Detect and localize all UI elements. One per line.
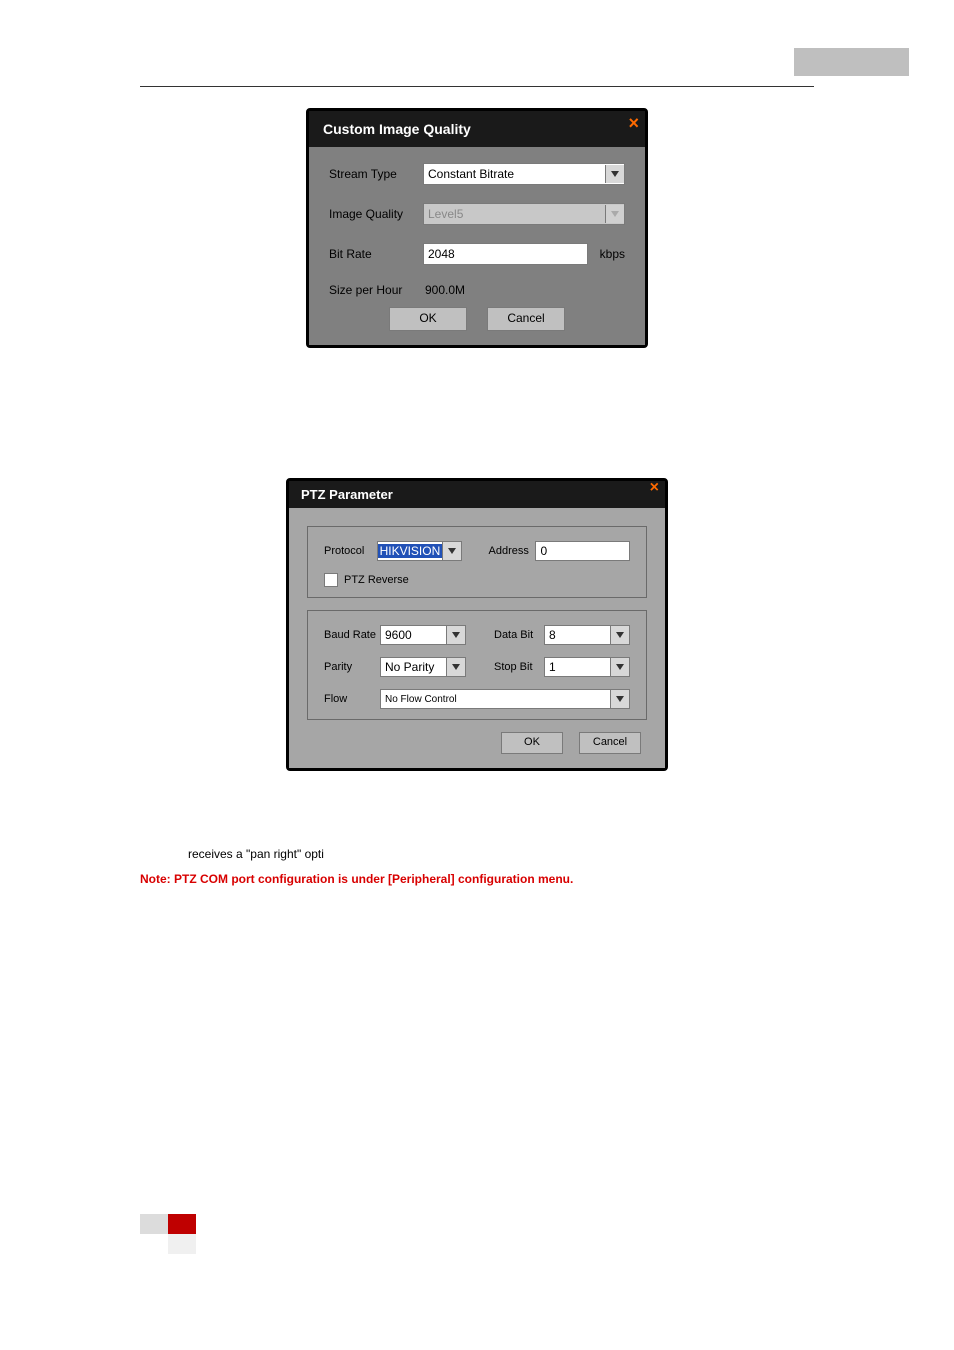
- ciq-body: Stream Type Constant Bitrate Image Quali…: [309, 147, 645, 345]
- ciq-row-stream-type: Stream Type Constant Bitrate: [329, 163, 625, 185]
- stream-type-value: Constant Bitrate: [424, 167, 605, 181]
- note-text: Note: PTZ COM port configuration is unde…: [140, 870, 814, 889]
- ptz-panel-top: Protocol HIKVISION Address 0: [307, 526, 647, 598]
- ptz-body: Protocol HIKVISION Address 0: [289, 508, 665, 768]
- ciq-dialog: Custom Image Quality × Stream Type Const…: [306, 108, 648, 348]
- protocol-select[interactable]: HIKVISION: [377, 541, 463, 561]
- receives-text: receives a "pan right" opti: [188, 845, 814, 864]
- footer-block-red: [168, 1214, 196, 1234]
- ptz-dialog-wrap: PTZ Parameter × Protocol HIKVISION Addre…: [140, 478, 814, 771]
- parity-label: Parity: [324, 661, 380, 673]
- chevron-down-icon[interactable]: [605, 165, 624, 183]
- ciq-row-image-quality: Image Quality Level5: [329, 203, 625, 225]
- chevron-down-icon[interactable]: [446, 658, 465, 676]
- cancel-button[interactable]: Cancel: [487, 307, 565, 331]
- databit-label: Data Bit: [494, 629, 544, 641]
- close-icon[interactable]: ×: [628, 113, 639, 134]
- stream-type-label: Stream Type: [329, 167, 423, 181]
- flow-select[interactable]: No Flow Control: [380, 689, 630, 709]
- header-rule: [140, 86, 814, 87]
- bit-rate-label: Bit Rate: [329, 247, 423, 261]
- footer-block-lightgray: [168, 1234, 196, 1254]
- stopbit-value: 1: [545, 660, 610, 674]
- stopbit-label: Stop Bit: [494, 661, 544, 673]
- ciq-row-size: Size per Hour 900.0M: [329, 283, 625, 297]
- chevron-down-icon[interactable]: [442, 542, 461, 560]
- ptz-reverse-label: PTZ Reverse: [344, 574, 409, 586]
- ptz-title: PTZ Parameter: [301, 487, 393, 502]
- ptz-row-parity: Parity No Parity Stop Bit 1: [324, 657, 630, 677]
- bit-rate-input[interactable]: 2048: [423, 243, 588, 265]
- ptz-row-flow: Flow No Flow Control: [324, 689, 630, 709]
- chevron-down-icon[interactable]: [610, 626, 629, 644]
- image-quality-value: Level5: [424, 207, 605, 221]
- chevron-down-icon[interactable]: [610, 690, 629, 708]
- ciq-buttons: OK Cancel: [329, 307, 625, 331]
- databit-select[interactable]: 8: [544, 625, 630, 645]
- ok-button[interactable]: OK: [389, 307, 467, 331]
- stopbit-select[interactable]: 1: [544, 657, 630, 677]
- image-quality-label: Image Quality: [329, 207, 423, 221]
- cancel-button[interactable]: Cancel: [579, 732, 641, 754]
- ptz-row-protocol: Protocol HIKVISION Address 0: [324, 541, 630, 561]
- ptz-panel-bottom: Baud Rate 9600 Data Bit 8: [307, 610, 647, 720]
- ptz-reverse-row: PTZ Reverse: [324, 573, 630, 587]
- bit-rate-value: 2048: [428, 247, 455, 261]
- ciq-row-bit-rate: Bit Rate 2048 kbps: [329, 243, 625, 265]
- ok-button[interactable]: OK: [501, 732, 563, 754]
- footer-block-gray: [140, 1214, 168, 1234]
- chevron-down-icon[interactable]: [446, 626, 465, 644]
- flow-label: Flow: [324, 693, 380, 705]
- ptz-reverse-checkbox[interactable]: [324, 573, 338, 587]
- ciq-dialog-wrap: Custom Image Quality × Stream Type Const…: [140, 108, 814, 348]
- ptz-row-baud: Baud Rate 9600 Data Bit 8: [324, 625, 630, 645]
- size-label: Size per Hour: [329, 283, 423, 297]
- parity-value: No Parity: [381, 660, 446, 674]
- size-value: 900.0M: [423, 283, 465, 297]
- chevron-down-icon[interactable]: [610, 658, 629, 676]
- ciq-title: Custom Image Quality: [323, 121, 471, 137]
- ptz-titlebar: PTZ Parameter ×: [289, 481, 665, 508]
- close-icon[interactable]: ×: [650, 479, 659, 497]
- ptz-dialog: PTZ Parameter × Protocol HIKVISION Addre…: [286, 478, 668, 771]
- protocol-value: HIKVISION: [378, 544, 443, 558]
- ciq-titlebar: Custom Image Quality ×: [309, 111, 645, 147]
- databit-value: 8: [545, 628, 610, 642]
- baud-select[interactable]: 9600: [380, 625, 466, 645]
- baud-label: Baud Rate: [324, 629, 380, 641]
- bit-rate-unit: kbps: [600, 247, 625, 261]
- parity-select[interactable]: No Parity: [380, 657, 466, 677]
- protocol-label: Protocol: [324, 545, 377, 557]
- image-quality-select: Level5: [423, 203, 625, 225]
- flow-value: No Flow Control: [381, 694, 610, 705]
- address-value: 0: [540, 544, 547, 558]
- baud-value: 9600: [381, 628, 446, 642]
- address-input[interactable]: 0: [535, 541, 630, 561]
- stream-type-select[interactable]: Constant Bitrate: [423, 163, 625, 185]
- ptz-buttons: OK Cancel: [307, 732, 647, 754]
- footer-block-empty: [140, 1234, 168, 1254]
- footer-color-blocks: [140, 1214, 196, 1254]
- chevron-down-icon: [605, 205, 624, 223]
- address-label: Address: [489, 545, 536, 557]
- header-gray-block: [794, 48, 909, 76]
